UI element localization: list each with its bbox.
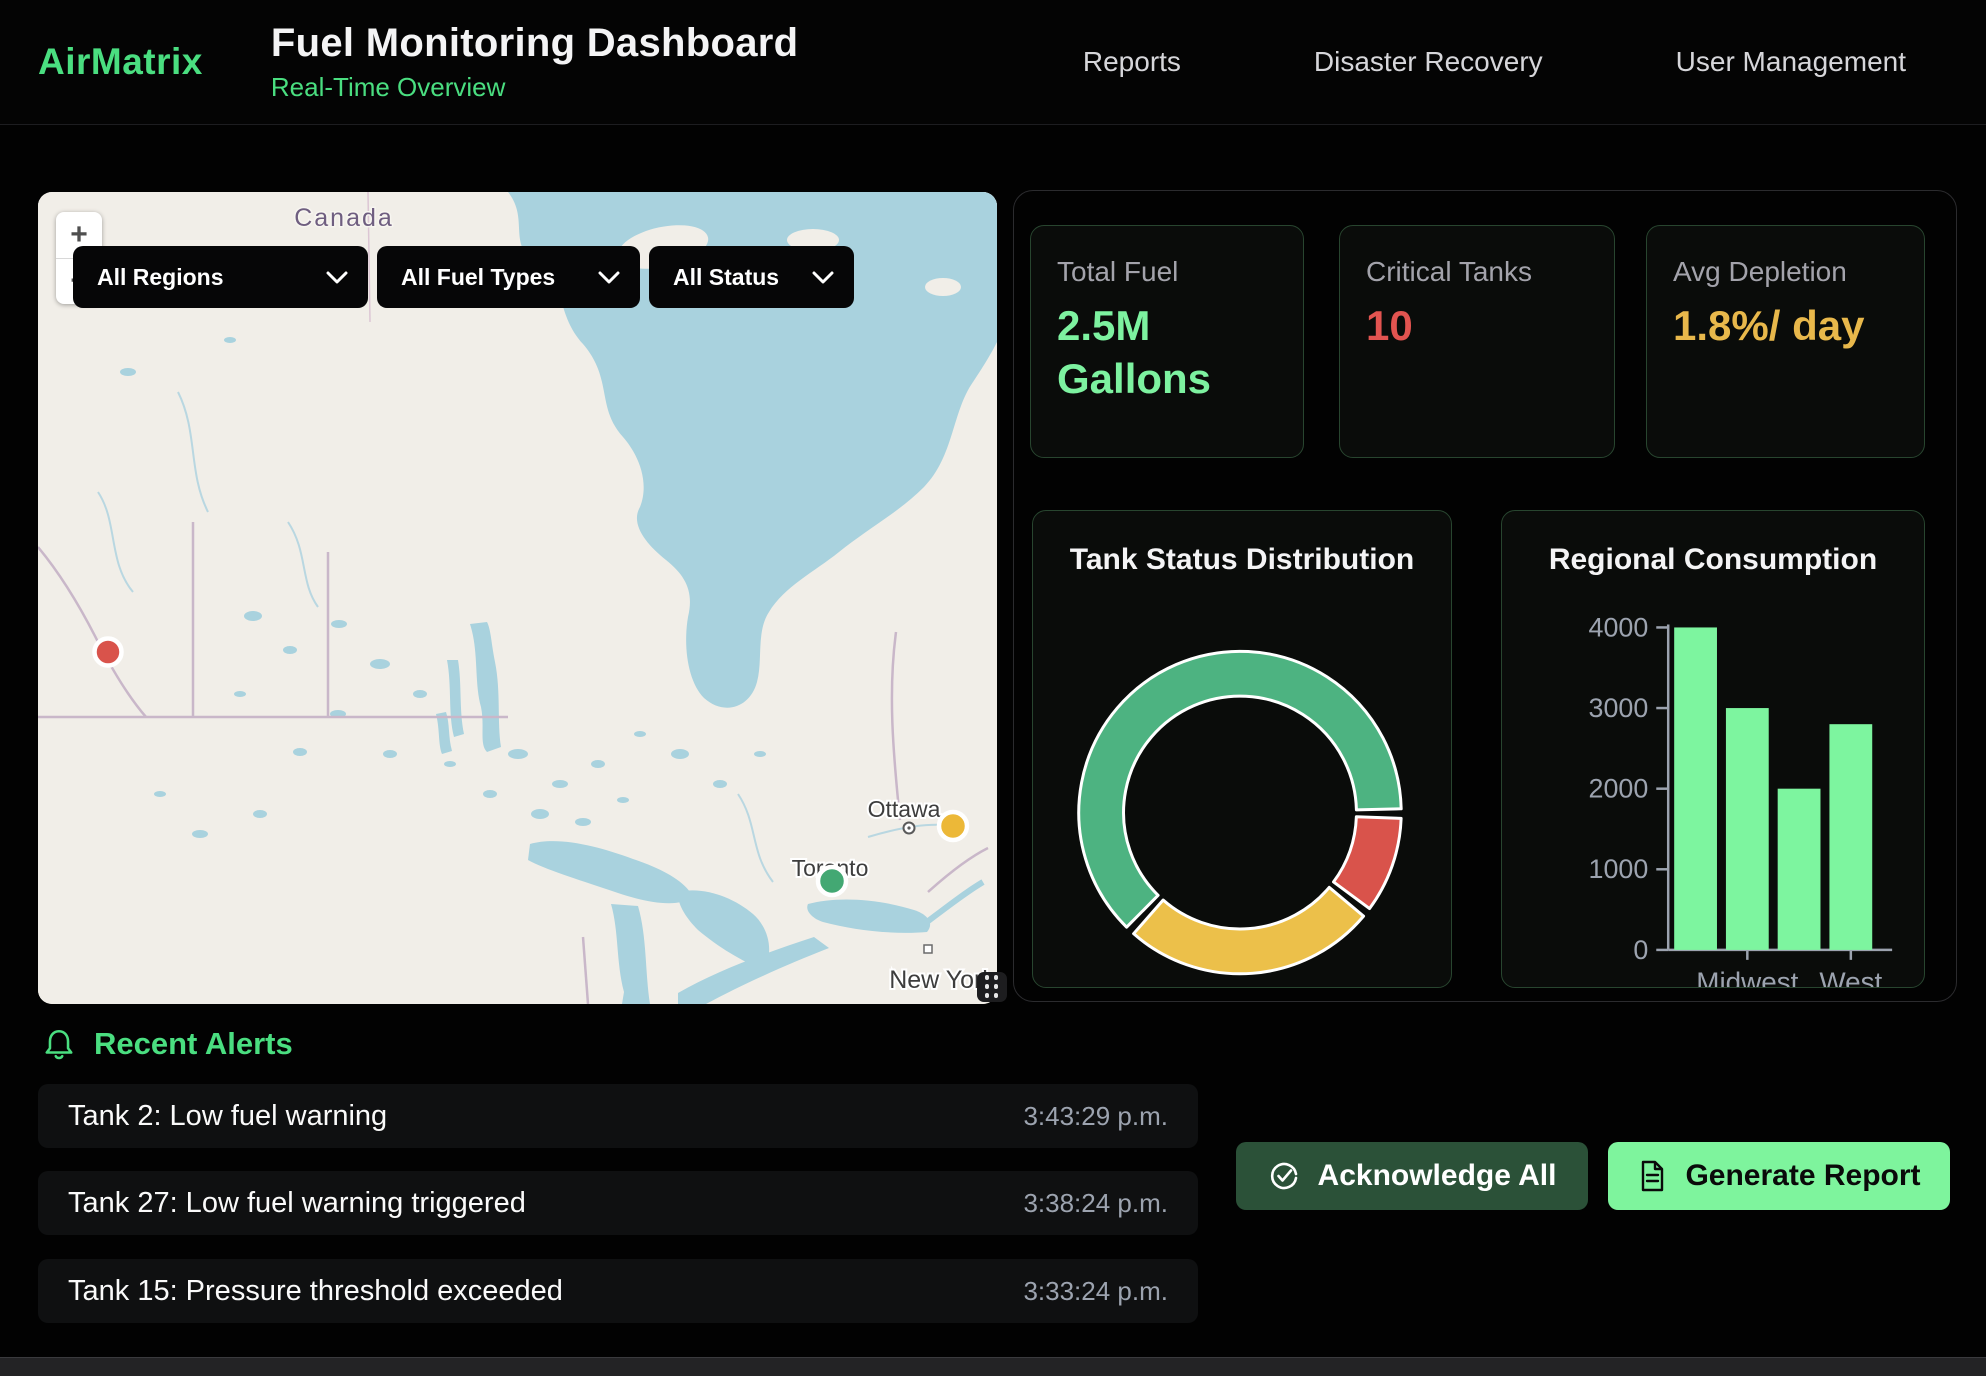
consumption-bar — [1829, 724, 1872, 950]
alert-message: Tank 27: Low fuel warning triggered — [68, 1187, 526, 1220]
stat-label: Avg Depletion — [1673, 256, 1898, 288]
alert-row[interactable]: Tank 15: Pressure threshold exceeded 3:3… — [38, 1259, 1198, 1323]
nav-disaster-recovery[interactable]: Disaster Recovery — [1314, 46, 1543, 78]
stat-card-total-fuel: Total Fuel 2.5M Gallons — [1030, 225, 1304, 458]
page-subtitle: Real-Time Overview — [271, 72, 798, 103]
nav-reports[interactable]: Reports — [1083, 46, 1181, 78]
normal-tank-marker[interactable] — [818, 867, 846, 895]
page-title: Fuel Monitoring Dashboard — [271, 21, 798, 66]
chevron-down-icon — [326, 271, 348, 284]
alert-message: Tank 15: Pressure threshold exceeded — [68, 1275, 563, 1308]
generate-report-button[interactable]: Generate Report — [1608, 1142, 1950, 1210]
stat-label: Critical Tanks — [1366, 256, 1588, 288]
stat-value: 2.5M Gallons — [1057, 300, 1277, 405]
consumption-bar — [1778, 789, 1821, 950]
fuel-type-filter-dropdown[interactable]: All Fuel Types — [377, 246, 640, 308]
region-filter-dropdown[interactable]: All Regions — [73, 246, 368, 308]
chevron-down-icon — [598, 271, 620, 284]
stat-value: 1.8%/ day — [1673, 300, 1898, 353]
check-circle-icon — [1268, 1160, 1300, 1192]
map-filter-bar: All Regions All Fuel Types All Status — [73, 246, 854, 308]
map-label-canada: Canada — [294, 204, 394, 232]
region-filter-value: All Regions — [97, 264, 224, 291]
stat-card-avg-depletion: Avg Depletion 1.8%/ day — [1646, 225, 1925, 458]
bar-x-tick-label: Midwest — [1696, 967, 1798, 987]
map-label-ottawa: Ottawa — [868, 796, 941, 822]
resize-grip-handle[interactable] — [977, 972, 1007, 1002]
document-icon — [1637, 1160, 1667, 1192]
donut-segment-critical — [1334, 817, 1402, 909]
main-nav: Reports Disaster Recovery User Managemen… — [1083, 46, 1986, 78]
acknowledge-all-label: Acknowledge All — [1318, 1159, 1557, 1193]
title-block: Fuel Monitoring Dashboard Real-Time Over… — [271, 21, 798, 103]
map-canvas[interactable]: Canada Ottawa Toronto New York — [38, 192, 997, 1004]
tank-status-donut-chart — [1033, 511, 1451, 987]
alert-message: Tank 2: Low fuel warning — [68, 1100, 387, 1133]
fuel-type-filter-value: All Fuel Types — [401, 264, 555, 291]
status-filter-value: All Status — [673, 264, 779, 291]
generate-report-label: Generate Report — [1685, 1159, 1920, 1193]
bar-y-tick-label: 1000 — [1589, 854, 1649, 884]
chevron-down-icon — [812, 271, 834, 284]
dashboard: AirMatrix Fuel Monitoring Dashboard Real… — [0, 0, 1986, 1376]
map-city-dot-newyork — [924, 945, 932, 953]
alert-row[interactable]: Tank 27: Low fuel warning triggered 3:38… — [38, 1171, 1198, 1235]
bar-x-tick-label: West — [1819, 967, 1882, 987]
stat-label: Total Fuel — [1057, 256, 1277, 288]
bar-chart-bars — [1674, 627, 1872, 949]
nav-user-management[interactable]: User Management — [1676, 46, 1906, 78]
brand-logo: AirMatrix — [38, 41, 203, 83]
alerts-header: Recent Alerts — [42, 1026, 293, 1062]
alerts-title: Recent Alerts — [94, 1026, 293, 1062]
status-filter-dropdown[interactable]: All Status — [649, 246, 854, 308]
bar-y-tick-label: 2000 — [1589, 774, 1649, 804]
alert-time: 3:43:29 p.m. — [1023, 1101, 1168, 1132]
alert-time: 3:33:24 p.m. — [1023, 1276, 1168, 1307]
bar-y-tick-label: 0 — [1633, 935, 1648, 965]
alert-row[interactable]: Tank 2: Low fuel warning 3:43:29 p.m. — [38, 1084, 1198, 1148]
regional-consumption-chart-card: Regional Consumption 01000200030004000Mi… — [1501, 510, 1925, 988]
tank-status-chart-card: Tank Status Distribution — [1032, 510, 1452, 988]
map-city-dot-ottawa-inner — [907, 826, 910, 829]
critical-tank-marker[interactable] — [95, 639, 122, 666]
consumption-bar — [1726, 708, 1769, 950]
warning-tank-marker[interactable] — [939, 812, 967, 840]
donut-segment-warning — [1134, 887, 1364, 973]
consumption-bar — [1674, 627, 1717, 949]
header-bar: AirMatrix Fuel Monitoring Dashboard Real… — [0, 0, 1986, 125]
map-island — [925, 278, 961, 296]
bell-icon — [42, 1026, 76, 1062]
fuel-map[interactable]: Canada Ottawa Toronto New York + − All R… — [38, 192, 997, 1004]
bottom-scrollbar-strip[interactable] — [0, 1357, 1986, 1376]
acknowledge-all-button[interactable]: Acknowledge All — [1236, 1142, 1588, 1210]
stat-card-critical-tanks: Critical Tanks 10 — [1339, 225, 1615, 458]
bar-y-tick-label: 4000 — [1589, 612, 1649, 642]
alert-time: 3:38:24 p.m. — [1023, 1188, 1168, 1219]
stat-value: 10 — [1366, 300, 1588, 353]
bar-y-tick-label: 3000 — [1589, 693, 1649, 723]
regional-consumption-bar-chart: 0 1000 2000 3000 4000 Midwest West — [1502, 511, 1924, 987]
